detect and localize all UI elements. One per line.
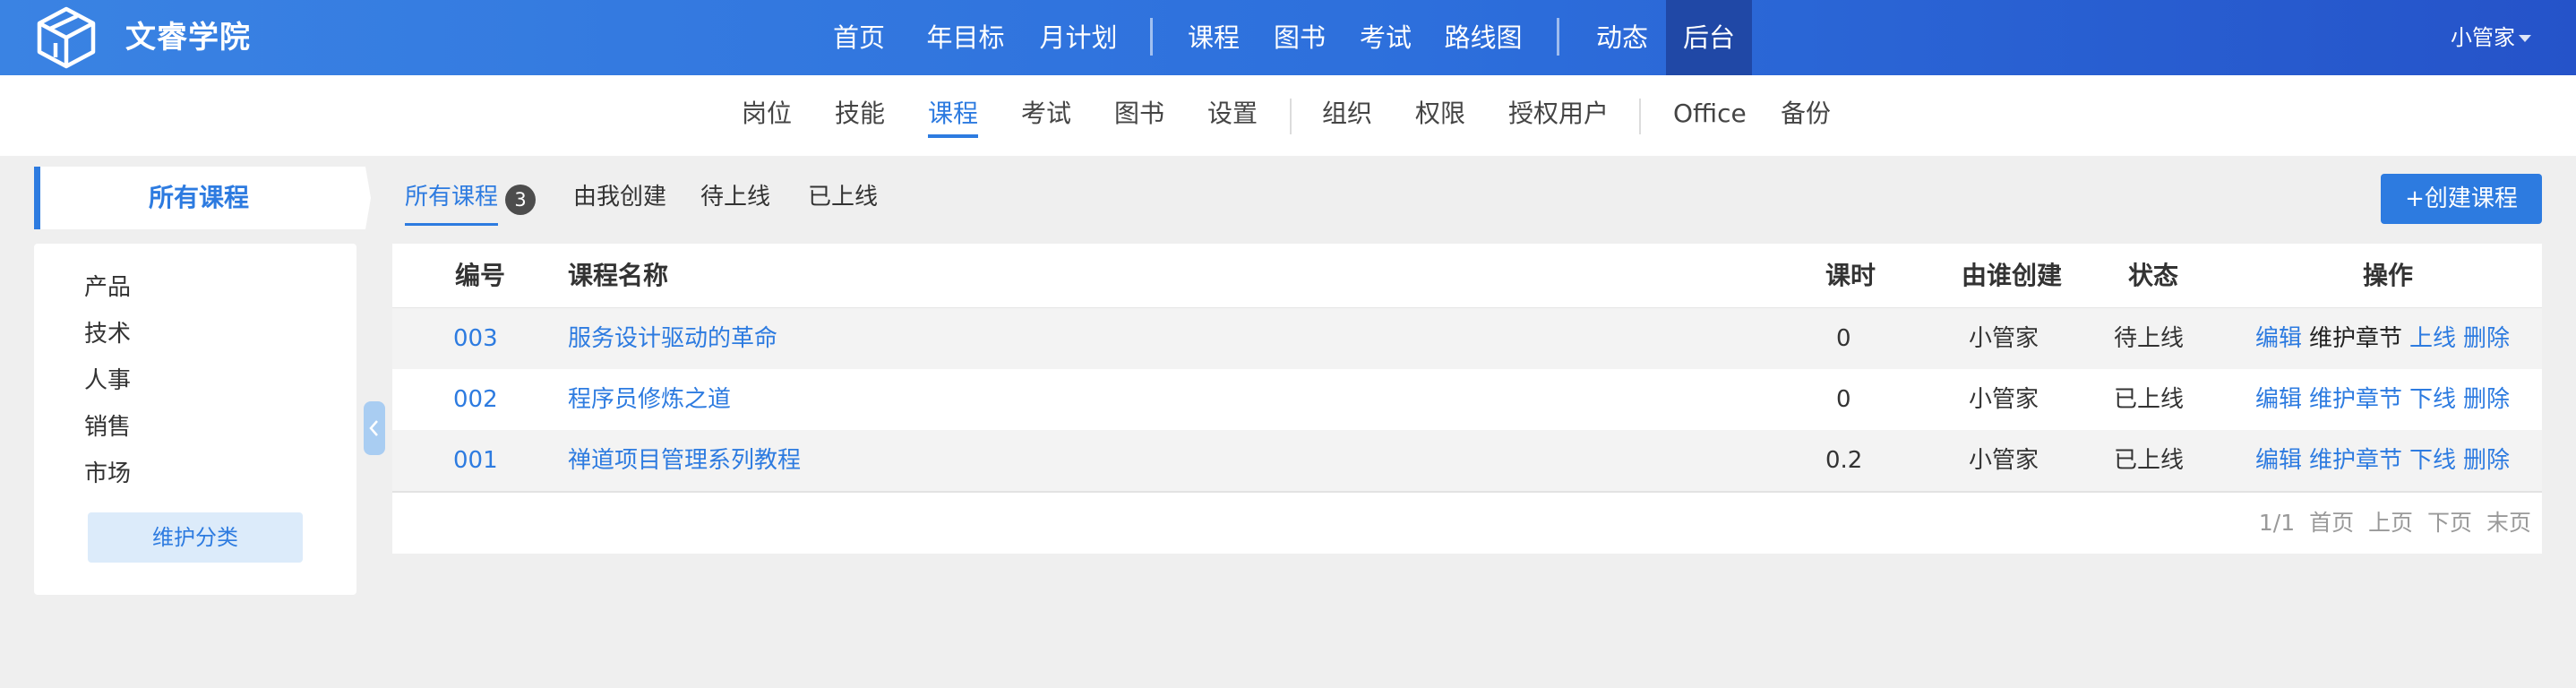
tab-online[interactable]: 已上线 <box>808 179 878 215</box>
sidebar-title: 所有课程 <box>148 183 249 212</box>
col-header-name[interactable]: 课程名称 <box>568 244 668 308</box>
category-item-hr[interactable]: 人事 <box>84 362 131 395</box>
course-creator: 小管家 <box>1969 325 2039 352</box>
nav-courses[interactable]: 课程 <box>1182 0 1245 75</box>
course-creator: 小管家 <box>1969 386 2039 413</box>
prev-page-link[interactable]: 上页 <box>2368 510 2413 536</box>
publish-link[interactable]: 上线 <box>2409 325 2456 352</box>
subnav-positions[interactable]: 岗位 <box>742 75 792 156</box>
course-id-link[interactable]: 002 <box>453 369 498 430</box>
next-page-link[interactable]: 下页 <box>2427 510 2472 536</box>
course-hours: 0.2 <box>1825 447 1863 474</box>
maintain-category-button[interactable]: 维护分类 <box>88 512 303 563</box>
top-header: 文睿学院 首页 年目标 月计划 课程 图书 考试 路线图 动态 后台 小管家 <box>0 0 2576 75</box>
subnav-separator <box>1290 99 1292 134</box>
tab-created-by-me[interactable]: 由我创建 <box>573 179 666 215</box>
subnav-books[interactable]: 图书 <box>1114 75 1164 156</box>
unpublish-link[interactable]: 下线 <box>2409 447 2456 474</box>
table-header: 编号 课程名称 课时 由谁创建 状态 操作 <box>392 244 2542 308</box>
subnav-organization[interactable]: 组织 <box>1322 75 1372 156</box>
user-menu[interactable]: 小管家 <box>2451 0 2531 75</box>
tab-all-courses-label: 所有课程 <box>405 184 499 211</box>
nav-activity[interactable]: 动态 <box>1591 0 1653 75</box>
nav-exams[interactable]: 考试 <box>1354 0 1417 75</box>
user-name: 小管家 <box>2451 25 2515 50</box>
course-name-link[interactable]: 服务设计驱动的革命 <box>568 308 777 369</box>
row-actions: 编辑 维护章节 下线 删除 <box>2255 430 2517 491</box>
subnav-permissions[interactable]: 权限 <box>1415 75 1465 156</box>
col-header-id[interactable]: 编号 <box>455 244 505 308</box>
tab-pending[interactable]: 待上线 <box>700 179 770 215</box>
course-status: 已上线 <box>2114 386 2185 413</box>
col-header-actions: 操作 <box>2363 261 2414 290</box>
category-item-product[interactable]: 产品 <box>84 269 131 302</box>
maintain-chapters-link[interactable]: 维护章节 <box>2309 325 2402 352</box>
subnav-authorized-users[interactable]: 授权用户 <box>1508 75 1609 156</box>
maintain-chapters-link[interactable]: 维护章节 <box>2309 447 2402 474</box>
nav-admin[interactable]: 后台 <box>1666 0 1752 75</box>
chevron-left-icon <box>369 420 378 436</box>
subnav-exams[interactable]: 考试 <box>1021 75 1071 156</box>
course-name-link[interactable]: 禅道项目管理系列教程 <box>568 430 801 491</box>
col-header-hours[interactable]: 课时 <box>1825 244 1876 308</box>
nav-books[interactable]: 图书 <box>1268 0 1331 75</box>
nav-roadmap[interactable]: 路线图 <box>1440 0 1526 75</box>
nav-separator <box>1557 18 1559 56</box>
edit-link[interactable]: 编辑 <box>2255 325 2302 352</box>
course-table: 编号 课程名称 课时 由谁创建 状态 操作 003 服务设计驱动的革命 0 小管… <box>392 244 2542 554</box>
sub-nav: 岗位 技能 课程 考试 图书 设置 组织 权限 授权用户 Office 备份 <box>0 75 2576 156</box>
course-name-link[interactable]: 程序员修炼之道 <box>568 369 731 430</box>
category-item-tech[interactable]: 技术 <box>84 315 131 348</box>
row-actions: 编辑 维护章节 上线 删除 <box>2255 308 2517 369</box>
nav-month-plan[interactable]: 月计划 <box>1035 0 1121 75</box>
row-actions: 编辑 维护章节 下线 删除 <box>2255 369 2517 430</box>
course-id-link[interactable]: 001 <box>453 430 498 491</box>
table-row: 003 服务设计驱动的革命 0 小管家 待上线 编辑 维护章节 上线 删除 <box>392 308 2542 369</box>
course-id-link[interactable]: 003 <box>453 308 498 369</box>
subnav-courses[interactable]: 课程 <box>928 75 979 156</box>
nav-separator <box>1150 18 1153 56</box>
table-row: 001 禅道项目管理系列教程 0.2 小管家 已上线 编辑 维护章节 下线 删除 <box>392 430 2542 491</box>
col-header-creator[interactable]: 由谁创建 <box>1962 244 2062 308</box>
last-page-link[interactable]: 末页 <box>2486 510 2531 536</box>
unpublish-link[interactable]: 下线 <box>2409 386 2456 413</box>
col-header-status[interactable]: 状态 <box>2128 244 2178 308</box>
course-status: 已上线 <box>2114 447 2185 474</box>
category-panel: 产品 技术 人事 销售 市场 维护分类 <box>34 244 356 595</box>
table-row: 002 程序员修炼之道 0 小管家 已上线 编辑 维护章节 下线 删除 <box>392 369 2542 430</box>
category-item-market[interactable]: 市场 <box>84 455 131 488</box>
first-page-link[interactable]: 首页 <box>2309 510 2354 536</box>
tab-all-courses[interactable]: 所有课程 <box>405 179 499 226</box>
course-hours: 0 <box>1836 386 1851 413</box>
course-creator: 小管家 <box>1969 447 2039 474</box>
category-item-sales[interactable]: 销售 <box>84 408 131 442</box>
subnav-backup[interactable]: 备份 <box>1781 75 1831 156</box>
subnav-office[interactable]: Office <box>1673 75 1747 156</box>
subnav-separator <box>1639 99 1641 134</box>
nav-home[interactable]: 首页 <box>828 0 890 75</box>
course-count-badge: 3 <box>505 185 536 215</box>
edit-link[interactable]: 编辑 <box>2255 447 2302 474</box>
delete-link[interactable]: 删除 <box>2463 386 2510 413</box>
course-status: 待上线 <box>2114 325 2185 352</box>
subnav-courses-label: 课程 <box>928 99 979 128</box>
pagination: 1/1 首页 上页 下页 末页 <box>2252 503 2531 543</box>
sidebar-all-courses-tab[interactable]: 所有课程 <box>34 167 371 229</box>
subnav-skills[interactable]: 技能 <box>835 75 885 156</box>
sidebar-collapse-handle[interactable] <box>364 401 385 455</box>
create-course-button[interactable]: +创建课程 <box>2381 174 2542 224</box>
edit-link[interactable]: 编辑 <box>2255 386 2302 413</box>
maintain-chapters-link[interactable]: 维护章节 <box>2309 386 2402 413</box>
active-underline <box>405 223 499 226</box>
table-divider <box>392 491 2542 493</box>
nav-year-goals[interactable]: 年目标 <box>923 0 1009 75</box>
main-nav: 首页 年目标 月计划 课程 图书 考试 路线图 动态 后台 <box>0 0 2576 75</box>
delete-link[interactable]: 删除 <box>2463 325 2510 352</box>
active-underline <box>928 134 979 138</box>
chevron-down-icon <box>2519 35 2531 42</box>
subnav-settings[interactable]: 设置 <box>1207 75 1258 156</box>
course-hours: 0 <box>1836 325 1851 352</box>
page-summary: 1/1 <box>2258 510 2296 536</box>
delete-link[interactable]: 删除 <box>2463 447 2510 474</box>
